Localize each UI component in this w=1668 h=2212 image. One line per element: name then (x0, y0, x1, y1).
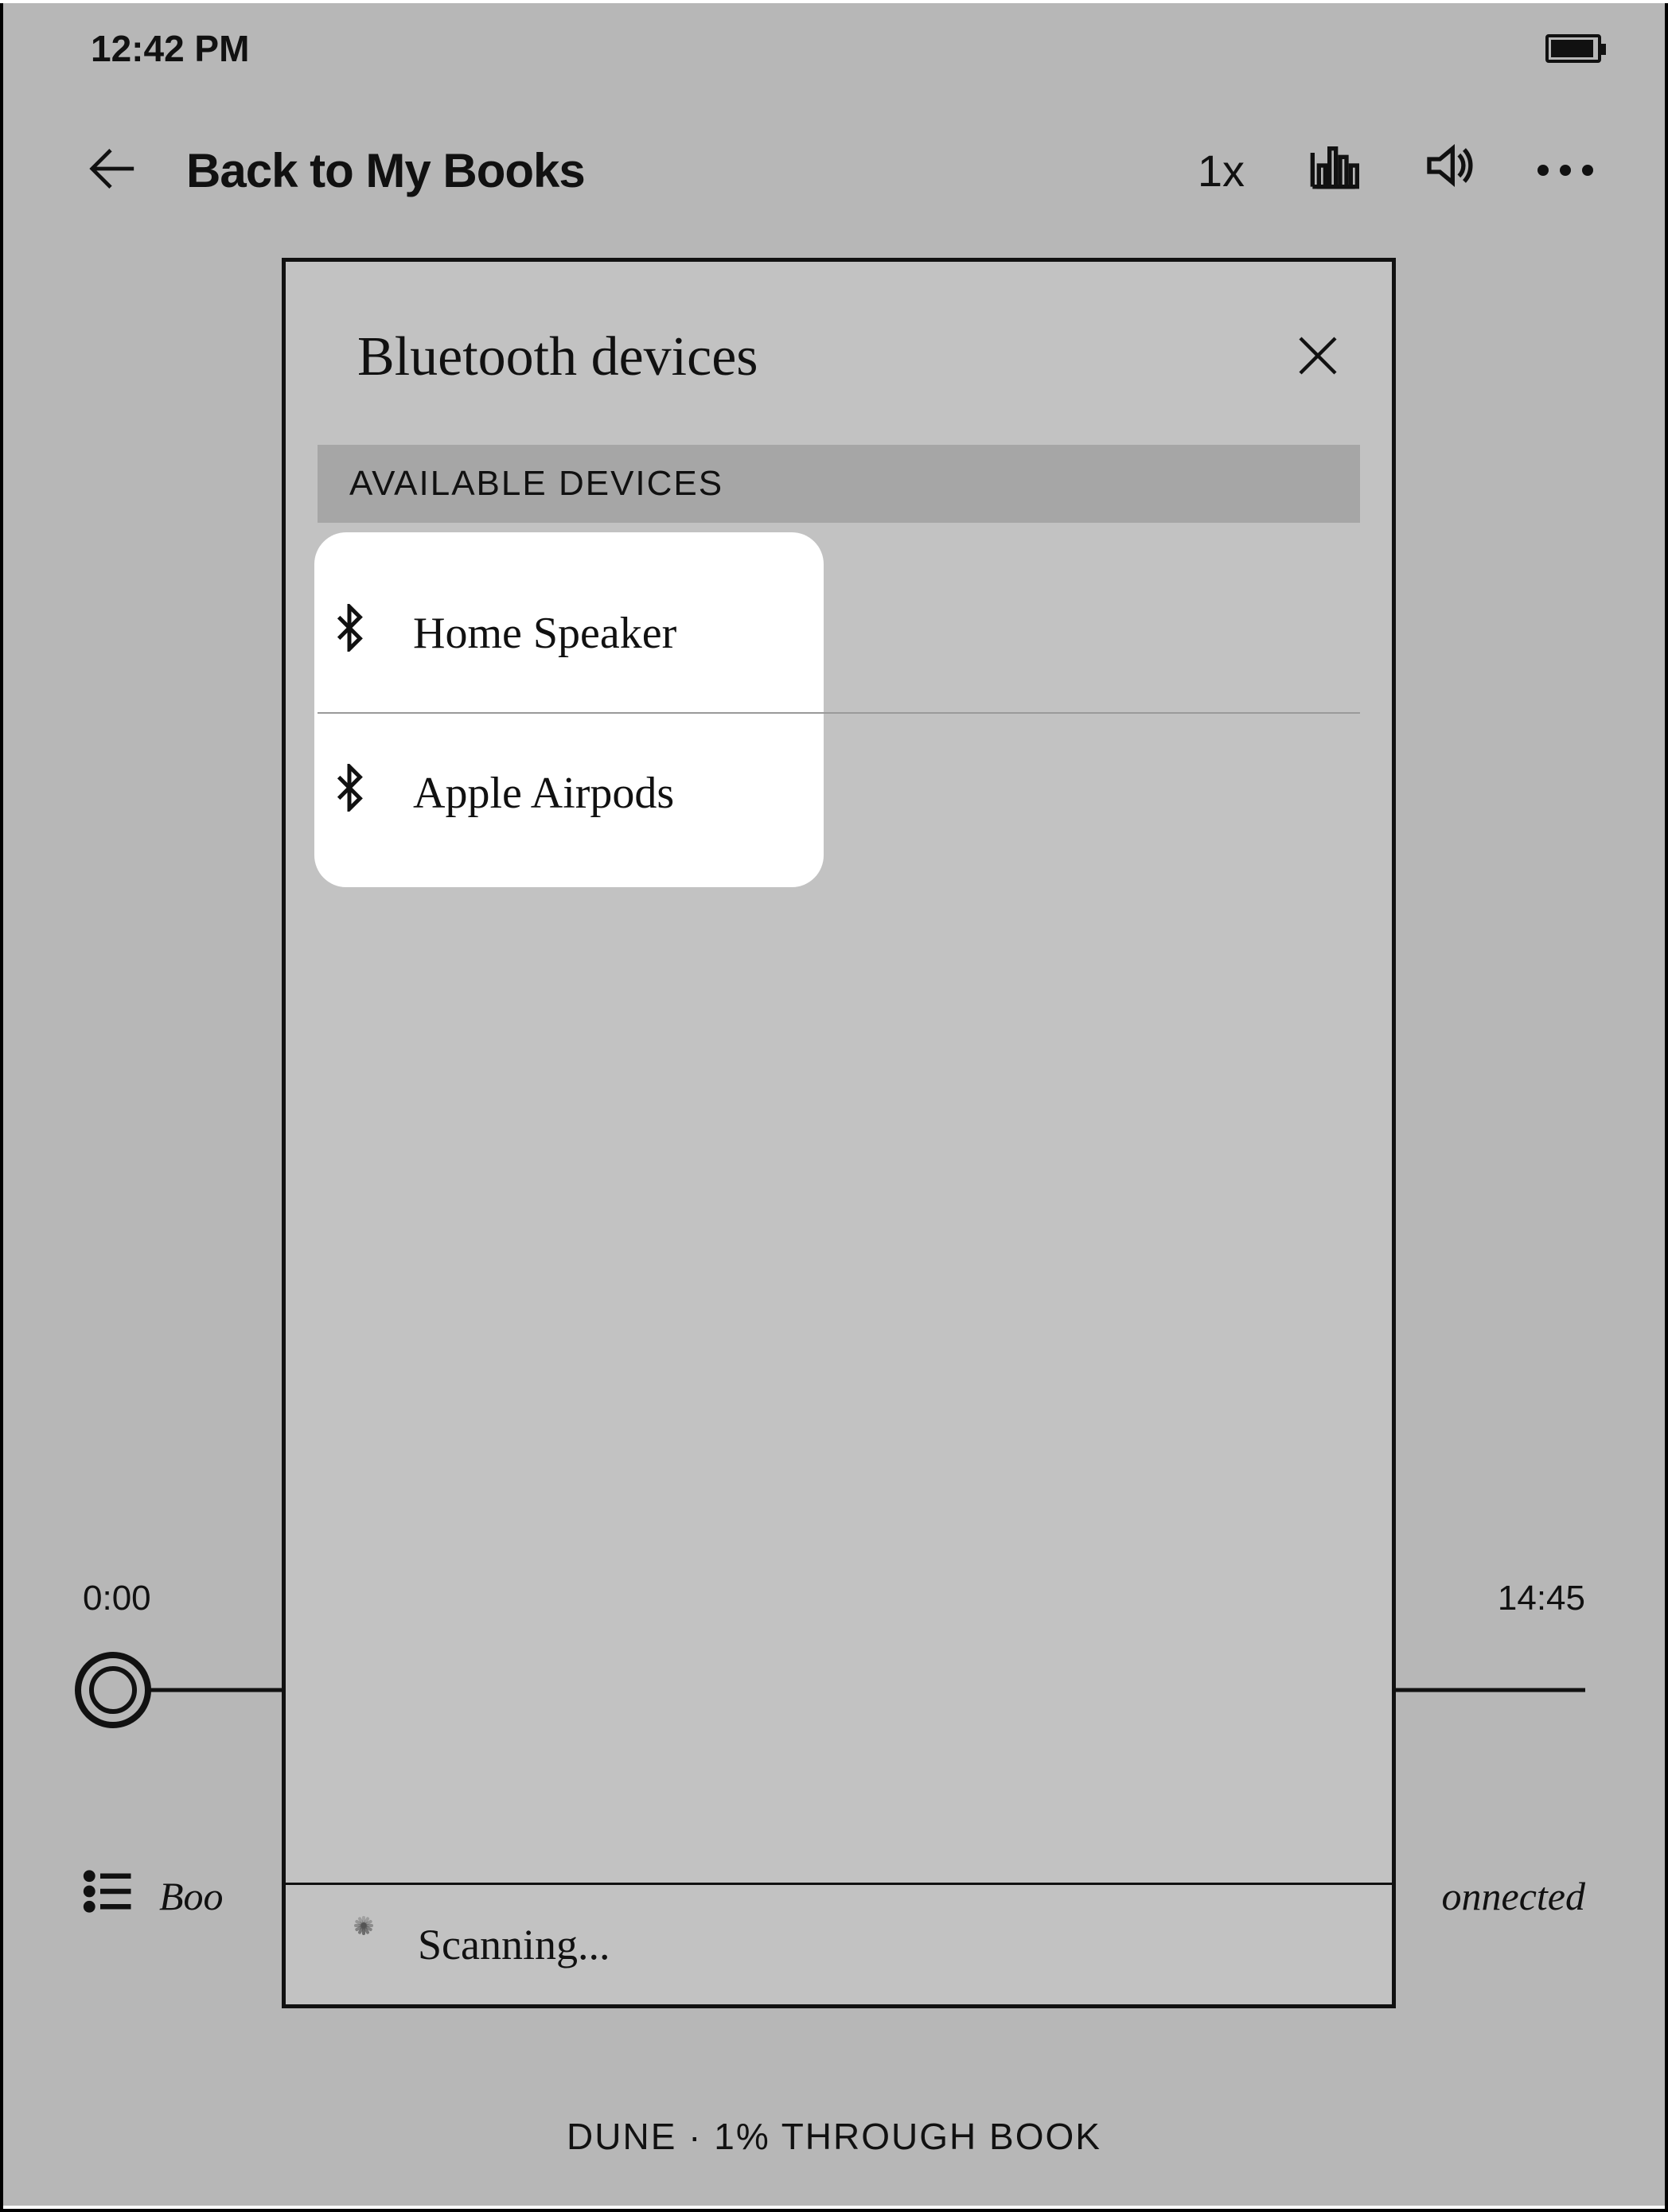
back-label[interactable]: Back to My Books (186, 143, 585, 198)
device-name: Home Speaker (413, 608, 676, 659)
status-bar: 12:42 PM (3, 27, 1665, 70)
modal-title: Bluetooth devices (357, 325, 758, 389)
section-available-devices: AVAILABLE DEVICES (318, 445, 1360, 523)
clock: 12:42 PM (91, 27, 249, 70)
close-icon[interactable] (1292, 329, 1344, 386)
bluetooth-modal: Bluetooth devices AVAILABLE DEVICES Home… (282, 258, 1396, 2008)
list-icon[interactable] (83, 1865, 159, 1927)
elapsed-time: 0:00 (83, 1579, 151, 1618)
bluetooth-icon (333, 764, 373, 823)
back-arrow-icon[interactable] (83, 141, 138, 201)
device-name: Apple Airpods (413, 768, 674, 819)
playback-speed[interactable]: 1x (1198, 145, 1245, 197)
toolbar: Back to My Books 1x (3, 123, 1665, 218)
footer-progress: DUNE · 1% THROUGH BOOK (3, 2115, 1665, 2158)
device-item[interactable]: Apple Airpods (318, 714, 1360, 873)
seek-thumb[interactable] (75, 1652, 151, 1728)
bookmark-right-fragment: onnected (1442, 1873, 1585, 1919)
device-list: Home Speaker Apple Airpods (318, 555, 1360, 873)
device-item[interactable]: Home Speaker (318, 555, 1360, 714)
battery-icon (1545, 34, 1601, 63)
scan-status: Scanning... (418, 1920, 610, 1969)
bookmark-left-fragment: Boo (159, 1873, 224, 1919)
bluetooth-icon (333, 604, 373, 663)
volume-icon[interactable] (1423, 140, 1474, 201)
equalizer-icon[interactable] (1308, 140, 1359, 201)
spinner-icon (341, 1922, 386, 1967)
more-icon[interactable] (1537, 165, 1593, 176)
total-time: 14:45 (1498, 1579, 1585, 1618)
modal-footer: Scanning... (286, 1883, 1392, 2004)
